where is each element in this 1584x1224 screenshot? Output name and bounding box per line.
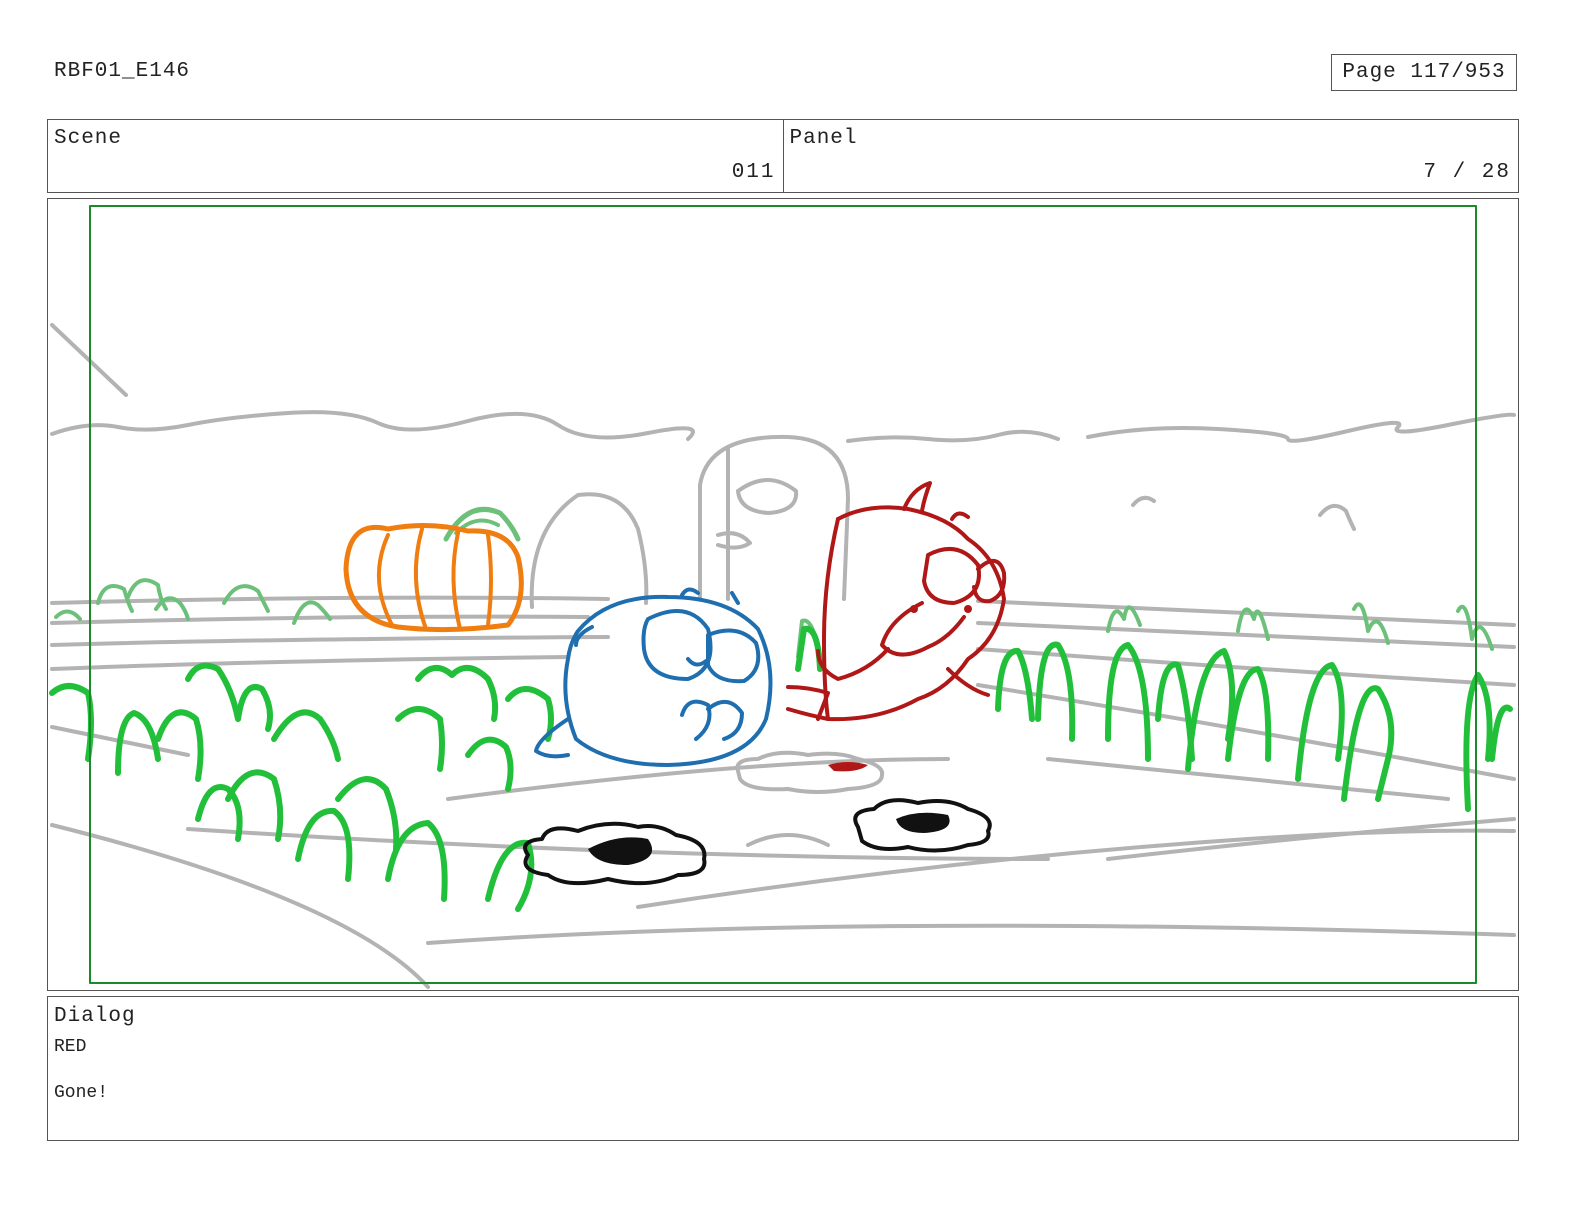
scene-label: Scene [54, 127, 123, 150]
safe-frame [89, 205, 1477, 984]
page-indicator: Page 117/953 [1331, 54, 1517, 91]
dialog-line: Gone! [54, 1083, 109, 1103]
dialog-speaker: RED [54, 1037, 87, 1057]
dialog-label: Dialog [54, 1005, 136, 1028]
scene-number: 011 [731, 161, 776, 184]
panel-cell: Panel 7 / 28 [782, 120, 1519, 192]
storyboard-panel [47, 198, 1519, 991]
panel-label: Panel [789, 127, 858, 150]
project-id: RBF01_E146 [54, 60, 191, 83]
background-sketch [50, 323, 1516, 989]
scene-cell: Scene 011 [48, 120, 783, 192]
panel-number: 7 / 28 [1423, 161, 1511, 184]
info-row: Scene 011 Panel 7 / 28 [47, 119, 1519, 193]
dialog-box: Dialog RED Gone! [47, 996, 1519, 1141]
red-character [786, 481, 1007, 722]
storyboard-drawing [49, 205, 1516, 989]
pumpkin [343, 506, 524, 633]
